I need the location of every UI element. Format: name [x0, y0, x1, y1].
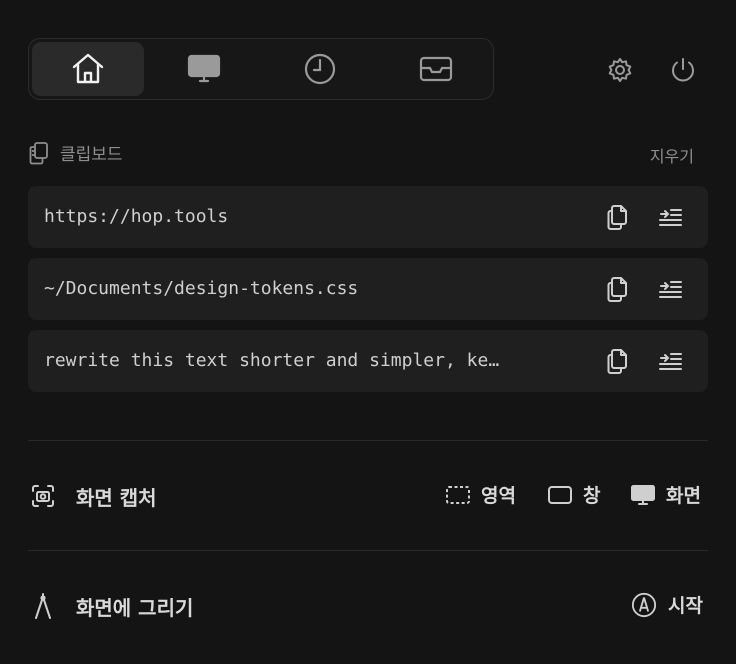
copy-button[interactable] [603, 202, 633, 232]
screen-capture-row: 화면 캡처 영역 창 화면 [28, 481, 708, 511]
paste-list-icon [659, 209, 682, 226]
clipboard-item-text: https://hop.tools [44, 206, 229, 227]
clock-icon [304, 53, 336, 85]
draw-on-screen-title: 화면에 그리기 [76, 595, 194, 620]
draw-on-screen-row: 화면에 그리기 시작 [28, 591, 708, 621]
tab-history[interactable] [264, 42, 376, 96]
tab-screen[interactable] [148, 42, 260, 96]
capture-area-option[interactable]: 영역 [445, 481, 516, 508]
clipboard-item-text: ~/Documents/design-tokens.css [44, 278, 359, 299]
screen-capture-title: 화면 캡처 [76, 485, 157, 510]
inbox-icon [419, 56, 453, 82]
camera-icon [32, 485, 54, 507]
area-select-icon [446, 485, 470, 504]
capture-window-option[interactable]: 창 [547, 481, 600, 508]
clipboard-title-label: 클립보드 [60, 145, 123, 165]
clipboard-item[interactable]: rewrite this text shorter and simpler, k… [28, 330, 708, 392]
draw-start-label: 시작 [668, 595, 703, 617]
home-icon [72, 53, 104, 84]
copy-button[interactable] [603, 346, 633, 376]
clipboard-item-text: rewrite this text shorter and simpler, k… [44, 350, 500, 371]
monitor-icon [187, 54, 221, 83]
clipboard-item[interactable]: https://hop.tools [28, 186, 708, 248]
clipboard-icon [29, 141, 48, 164]
paste-button[interactable] [655, 274, 685, 304]
clipboard-header: 클립보드 지우기 [28, 140, 708, 166]
clipboard-title: 클립보드 [28, 140, 123, 165]
capture-screen-label: 화면 [666, 485, 701, 507]
screen-capture-label: 화면 캡처 [28, 481, 157, 511]
paste-list-icon [659, 353, 682, 370]
capture-window-label: 창 [583, 485, 601, 507]
window-icon [548, 485, 572, 504]
tab-inbox[interactable] [380, 42, 492, 96]
settings-button[interactable] [605, 55, 635, 85]
clear-button[interactable]: 지우기 [650, 143, 694, 167]
draw-start-button[interactable]: 시작 [630, 591, 703, 618]
clipboard-item[interactable]: ~/Documents/design-tokens.css [28, 258, 708, 320]
power-icon [672, 58, 694, 82]
paste-button[interactable] [655, 202, 685, 232]
compass-pen-icon [35, 593, 51, 619]
monitor-icon [631, 484, 655, 505]
divider [28, 440, 708, 441]
copy-icon [607, 205, 627, 230]
paste-list-icon [659, 281, 682, 298]
tab-home[interactable] [32, 42, 144, 96]
capture-area-label: 영역 [481, 485, 516, 507]
settings-icon [608, 58, 632, 82]
power-button[interactable] [668, 55, 698, 85]
capture-screen-option[interactable]: 화면 [630, 481, 701, 508]
copy-button[interactable] [603, 274, 633, 304]
draw-on-screen-label: 화면에 그리기 [28, 591, 193, 621]
copy-icon [607, 349, 627, 374]
tab-bar [28, 38, 494, 100]
pen-circle-icon [631, 592, 657, 617]
copy-icon [607, 277, 627, 302]
divider [28, 550, 708, 551]
paste-button[interactable] [655, 346, 685, 376]
